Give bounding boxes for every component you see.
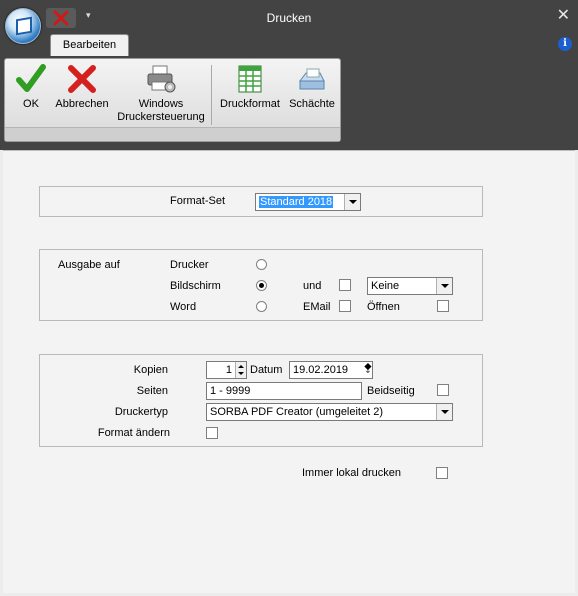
date-field[interactable]: 19.02.2019 — [289, 361, 373, 379]
print-settings-group: Kopien 1 Datum 19.02.2019 ⧪ Seiten 1 - 9… — [39, 354, 483, 447]
ribbon: OK Abbrechen Windows Druckersteuerung Dr… — [0, 56, 578, 150]
open-checkbox[interactable] — [437, 300, 449, 312]
copies-stepper[interactable]: 1 — [206, 361, 247, 379]
title-bar: ▾ Drucken ✕ — [0, 0, 578, 34]
chevron-down-icon[interactable] — [436, 278, 452, 294]
output-group: Ausgabe auf Drucker Bildschirm und Keine… — [39, 249, 483, 321]
duplex-label: Beidseitig — [367, 385, 415, 397]
date-value: 19.02.2019 — [293, 364, 349, 376]
print-dialog-body: Format-Set Standard 2018 Ausgabe auf Dru… — [3, 150, 575, 593]
cancel-button[interactable]: Abbrechen — [51, 63, 113, 111]
date-picker-icon[interactable]: ⧪ — [364, 362, 372, 373]
copies-value: 1 — [225, 364, 232, 376]
ribbon-group: OK Abbrechen Windows Druckersteuerung Dr… — [4, 58, 341, 142]
duplex-checkbox[interactable] — [437, 384, 449, 396]
ribbon-group-footer — [5, 127, 340, 141]
local-print-label: Immer lokal drucken — [302, 467, 402, 479]
email-checkbox[interactable] — [339, 300, 351, 312]
open-label: Öffnen — [367, 301, 400, 313]
close-icon[interactable]: ✕ — [557, 5, 570, 25]
windows-printer-control-button[interactable]: Windows Druckersteuerung — [113, 63, 209, 124]
printer-gear-icon — [147, 65, 176, 93]
print-format-label: Druckformat — [220, 98, 280, 110]
screen-radio[interactable] — [256, 280, 267, 291]
paper-tray-icon — [299, 68, 325, 90]
formatset-dropdown[interactable]: Standard 2018 — [255, 193, 361, 211]
spinner-arrows-icon[interactable] — [235, 362, 246, 378]
printertype-dropdown[interactable]: SORBA PDF Creator (umgeleitet 2) — [206, 403, 453, 421]
window-title: Drucken — [266, 11, 312, 25]
local-print-checkbox[interactable] — [436, 467, 448, 479]
checkmark-icon — [16, 64, 46, 92]
printer-option-label: Drucker — [170, 259, 209, 271]
ok-label: OK — [23, 98, 39, 110]
formatset-label: Format-Set — [170, 195, 226, 207]
printertype-value: SORBA PDF Creator (umgeleitet 2) — [210, 406, 384, 418]
chevron-down-icon[interactable] — [436, 404, 452, 420]
pages-field[interactable]: 1 - 9999 — [206, 382, 362, 400]
trays-button[interactable]: Schächte — [285, 63, 339, 111]
word-radio[interactable] — [256, 301, 267, 312]
and-label: und — [303, 280, 322, 292]
and-checkbox[interactable] — [339, 279, 351, 291]
formatset-group: Format-Set Standard 2018 — [39, 186, 483, 217]
output-label: Ausgabe auf — [58, 259, 120, 271]
printer-radio[interactable] — [256, 259, 267, 270]
red-x-icon — [68, 65, 96, 93]
cube-icon — [16, 16, 32, 36]
ribbon-separator — [211, 65, 212, 125]
date-label: Datum — [250, 364, 283, 376]
trays-label: Schächte — [289, 98, 335, 110]
spreadsheet-icon — [238, 65, 262, 93]
change-format-label: Format ändern — [97, 427, 170, 439]
cancel-label: Abbrechen — [55, 98, 109, 110]
info-icon[interactable]: i — [558, 37, 572, 51]
screen-extra-value: Keine — [371, 280, 400, 292]
email-label: EMail — [303, 301, 331, 313]
ribbon-tab-row: Bearbeiten i — [0, 34, 578, 56]
application-menu-button[interactable] — [5, 8, 41, 44]
print-format-button[interactable]: Druckformat — [217, 63, 283, 111]
tab-bearbeiten[interactable]: Bearbeiten — [50, 34, 129, 56]
change-format-checkbox[interactable] — [206, 427, 218, 439]
screen-extra-dropdown[interactable]: Keine — [367, 277, 453, 295]
windows-label: Windows — [138, 98, 184, 110]
formatset-value: Standard 2018 — [259, 196, 334, 208]
word-option-label: Word — [170, 301, 197, 313]
druckersteuerung-label: Druckersteuerung — [117, 111, 205, 123]
chevron-down-icon[interactable] — [344, 194, 360, 210]
screen-option-label: Bildschirm — [170, 280, 221, 292]
copies-label: Kopien — [133, 364, 168, 376]
printertype-label: Druckertyp — [114, 406, 168, 418]
ok-button[interactable]: OK — [13, 63, 49, 111]
pages-label: Seiten — [136, 385, 168, 397]
pages-value: 1 - 9999 — [210, 385, 251, 397]
